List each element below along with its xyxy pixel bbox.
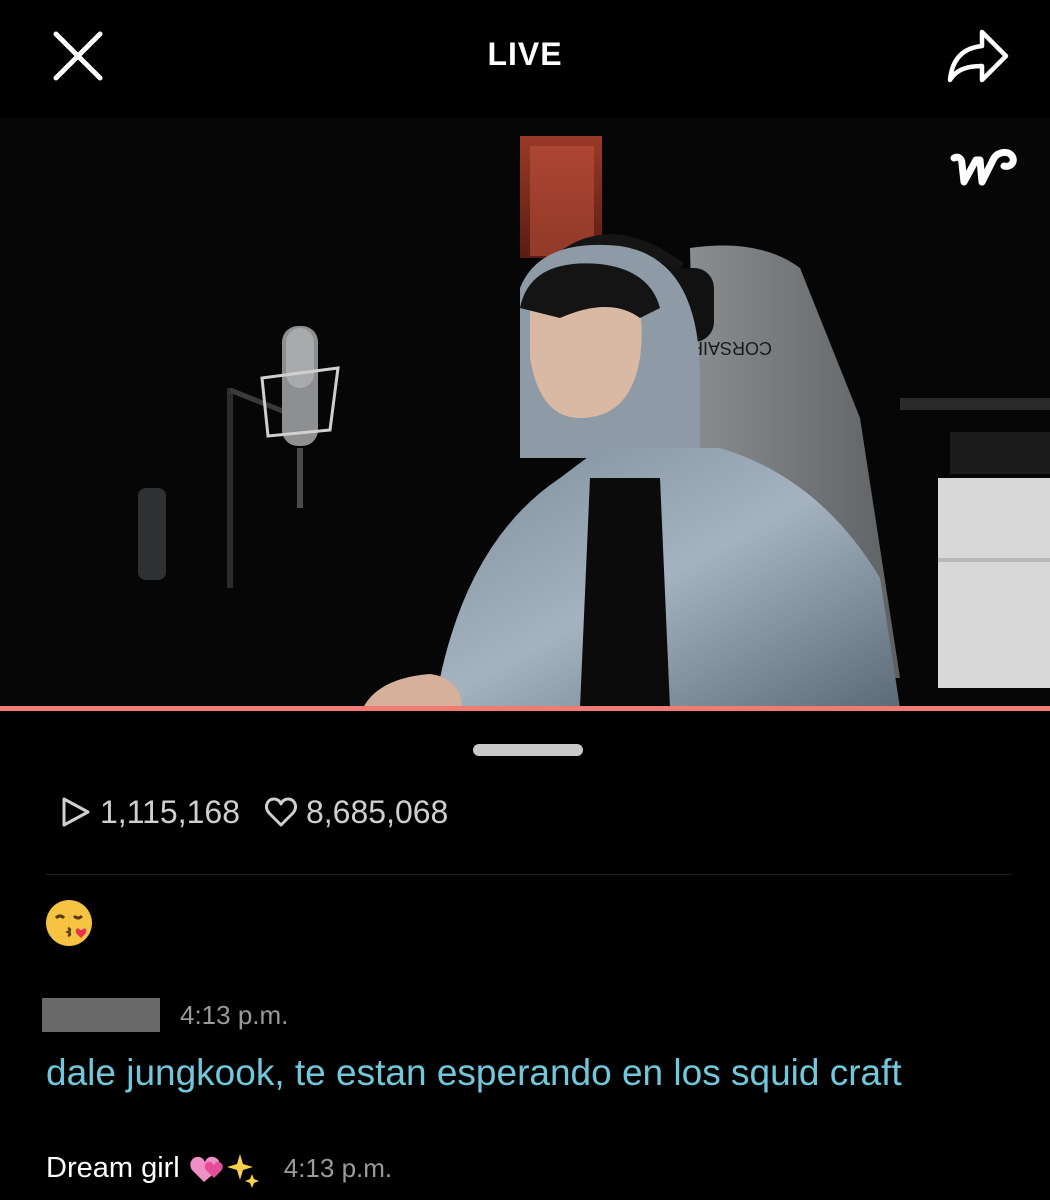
chat-username[interactable]: Dream girl (46, 1152, 180, 1185)
hearts-sparkles-icon (190, 1154, 259, 1188)
view-count: 1,115,168 (100, 793, 240, 830)
redacted-username (42, 998, 160, 1032)
share-icon (947, 29, 1009, 83)
kissing-face-icon (44, 898, 94, 948)
share-button[interactable] (944, 26, 1012, 88)
message-time: 4:13 p.m. (180, 999, 289, 1030)
chat-message-text: dale jungkook, te estan esperando en los… (46, 1052, 902, 1093)
message-time: 4:13 p.m. (283, 1152, 393, 1183)
weverse-logo-icon (948, 146, 1022, 198)
play-icon (62, 797, 90, 827)
chat-message-meta: 4:13 p.m. (42, 998, 288, 1032)
video-frame: CORSAIR (0, 118, 1050, 708)
like-count: 8,685,068 (305, 793, 449, 830)
live-video-player[interactable]: CORSAIR (0, 118, 1050, 708)
page-title: LIVE (487, 36, 563, 72)
video-progress-bar[interactable] (0, 706, 1050, 711)
chat-top-divider (46, 874, 1012, 875)
chair-brand: CORSAIR (690, 338, 772, 358)
top-bar: LIVE (0, 0, 1050, 118)
sheet-drag-handle[interactable] (473, 744, 583, 756)
chat-message-item: Dream girl 4:13 p.m. (46, 1148, 392, 1188)
chat-list[interactable]: 4:13 p.m. dale jungkook, te estan espera… (0, 874, 1050, 1200)
heart-icon[interactable] (264, 795, 298, 829)
stats-row: 1,115,168 8,685,068 (58, 790, 472, 834)
